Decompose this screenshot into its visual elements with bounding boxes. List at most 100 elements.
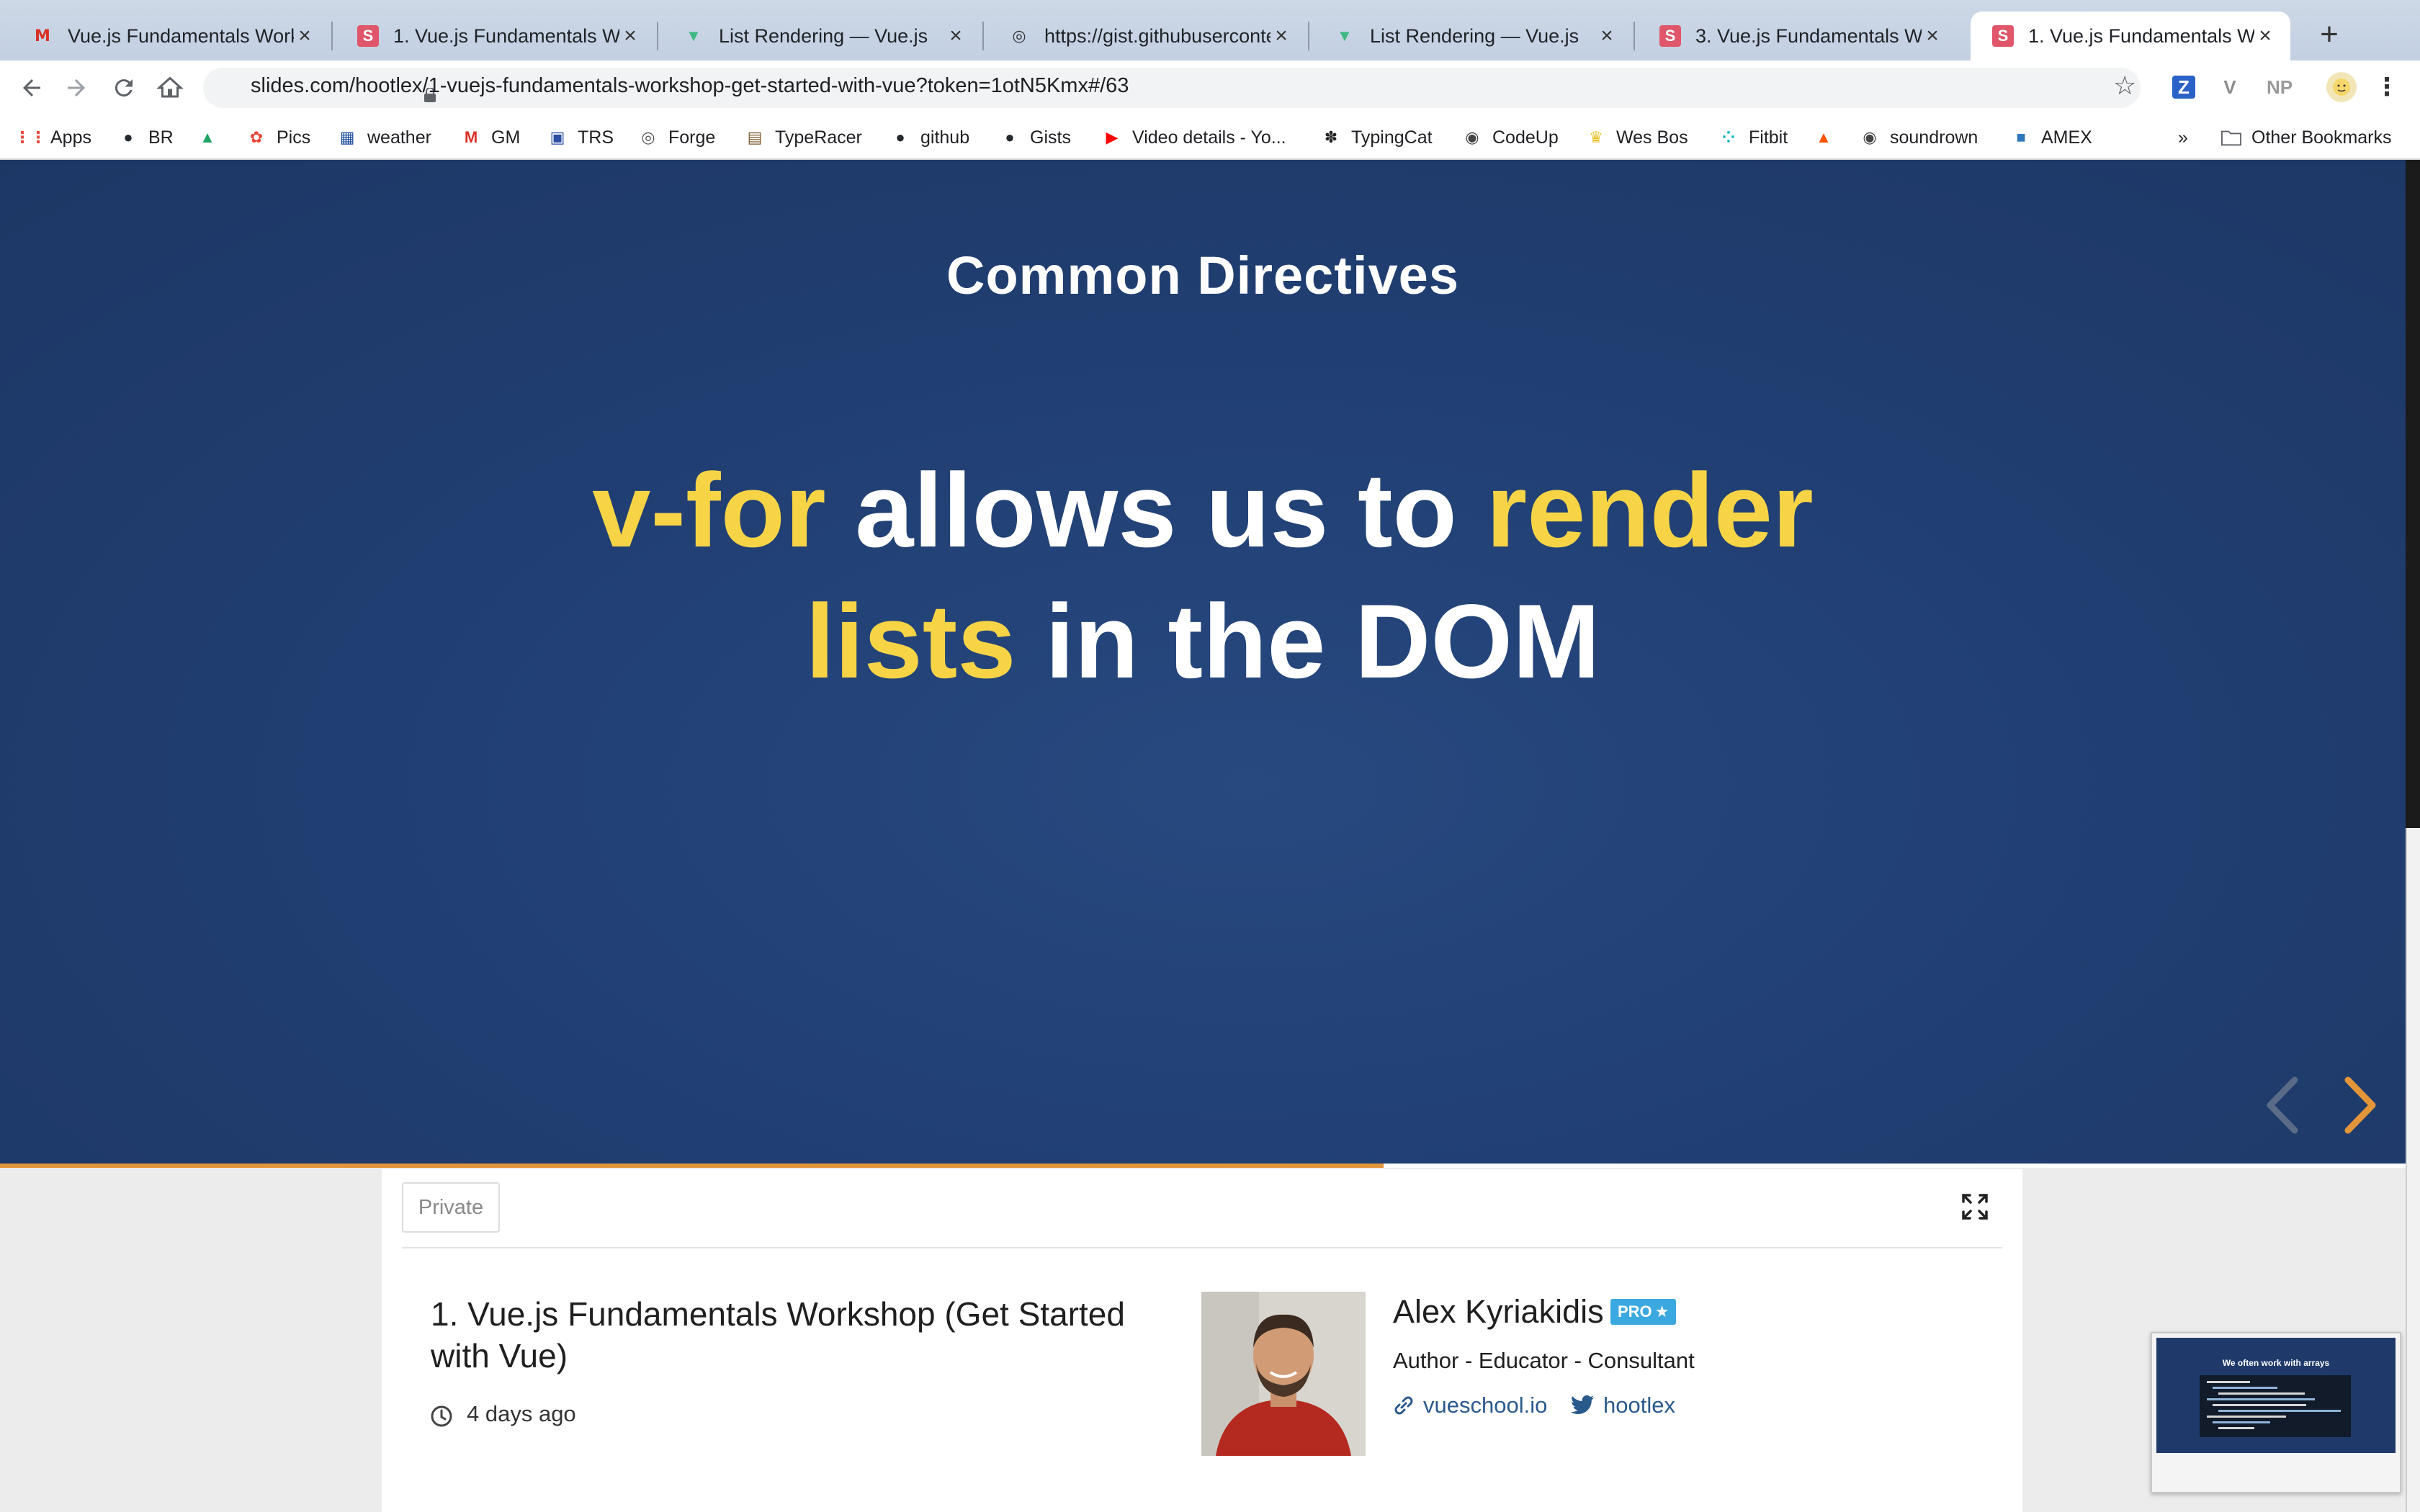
bookmark-item[interactable]: ◉ CodeUp <box>1462 125 1558 150</box>
bookmark-item[interactable]: ● Gists <box>1000 125 1071 150</box>
slide-body-text: allows us to <box>825 451 1487 569</box>
reload-icon <box>115 79 133 97</box>
author-name[interactable]: Alex Kyriakidis <box>1393 1293 1604 1331</box>
tab-title: List Rendering — Vue.js <box>719 24 928 47</box>
browser-tab[interactable]: ▼ List Rendering — Vue.js × <box>661 12 981 60</box>
bookmark-item[interactable]: ✽ TypingCat <box>1321 125 1433 150</box>
next-slide-arrow-icon[interactable] <box>2334 1073 2385 1138</box>
bookmark-item[interactable]: ◉ soundrown <box>1860 125 1978 150</box>
bookmark-item[interactable]: ■ AMEX <box>2011 125 2092 150</box>
page-scrollbar-thumb[interactable] <box>2406 828 2420 1512</box>
slides-icon: S <box>357 25 379 47</box>
close-tab-icon[interactable]: × <box>1922 24 1943 48</box>
tab-title: 3. Vue.js Fundamentals Work <box>1695 24 1922 47</box>
globe-icon: ◉ <box>1863 128 1877 146</box>
link-icon <box>1394 1396 1413 1415</box>
address-bar-url[interactable]: slides.com/hootlex/1-vuejs-fundamentals-… <box>251 74 1129 98</box>
tab-separator <box>657 22 658 50</box>
close-tab-icon[interactable]: × <box>945 24 967 48</box>
previous-slide-arrow-icon[interactable] <box>2257 1073 2309 1138</box>
browser-tab[interactable]: S 1. Vue.js Fundamentals Work× <box>336 12 655 60</box>
browser-tab[interactable]: S 3. Vue.js Fundamentals Work× <box>1638 12 1958 60</box>
bookmark-label: Fitbit <box>1749 127 1788 148</box>
youtube-icon: ▶ <box>1106 128 1119 146</box>
extension-v-icon[interactable]: V <box>2217 74 2243 100</box>
back-button[interactable] <box>13 69 50 107</box>
close-tab-icon[interactable]: × <box>1596 24 1618 48</box>
tab-separator <box>982 22 984 50</box>
bookmark-item[interactable]: ▲ <box>1814 125 1844 150</box>
other-bookmarks[interactable]: Other Bookmarks <box>2221 125 2392 150</box>
bookmark-item[interactable]: M GM <box>461 125 520 150</box>
bookmark-star-icon[interactable]: ☆ <box>2113 71 2136 101</box>
reload-button[interactable] <box>105 69 143 107</box>
tab-title: https://gist.githubuserconte <box>1044 24 1270 47</box>
author-twitter-label: hootlex <box>1603 1392 1675 1418</box>
back-arrow-icon <box>23 79 40 96</box>
bookmark-item[interactable]: ⋮⋮ Apps <box>14 125 91 150</box>
close-tab-icon[interactable]: × <box>294 24 315 48</box>
thumbnail-code-line <box>2218 1410 2341 1412</box>
bookmark-item[interactable]: ♛ Wes Bos <box>1586 125 1688 150</box>
bookmark-item[interactable]: ◎ Forge <box>638 125 715 150</box>
twitter-icon <box>1571 1395 1594 1415</box>
profile-avatar-icon[interactable] <box>2326 72 2357 102</box>
extension-z-icon[interactable]: Z <box>2172 76 2195 99</box>
drive-icon: ▲ <box>200 128 215 146</box>
clock-icon <box>431 1405 452 1427</box>
fullscreen-icon[interactable] <box>1960 1192 1989 1221</box>
thumbnail-code-line <box>2213 1387 2277 1389</box>
forward-button[interactable] <box>58 69 95 107</box>
author-website-link[interactable]: vueschool.io <box>1393 1392 1547 1418</box>
home-icon <box>157 76 183 98</box>
forge-icon: ◎ <box>641 128 655 146</box>
extension-np-icon[interactable]: NP <box>2262 74 2298 100</box>
browser-tab[interactable]: S 1. Vue.js Fundamentals Work× <box>1971 12 2290 60</box>
close-tab-icon[interactable]: × <box>2254 24 2276 48</box>
bookmark-item[interactable]: ⁘ Fitbit <box>1718 125 1788 150</box>
bookmark-label: Video details - Yo... <box>1132 127 1286 148</box>
tab-title: List Rendering — Vue.js <box>1370 24 1579 47</box>
new-tab-button[interactable]: + <box>2312 19 2347 53</box>
bookmark-label: AMEX <box>2041 127 2092 148</box>
slide-progress-bar <box>0 1164 1384 1168</box>
bookmark-item[interactable]: ▤ TypeRacer <box>745 125 862 150</box>
bookmark-item[interactable]: ✿ Pics <box>246 125 310 150</box>
bookmark-item[interactable]: ● github <box>890 125 969 150</box>
bookmark-label: TypeRacer <box>775 127 862 148</box>
paw-icon: ✽ <box>1324 128 1338 146</box>
star-icon: ★ <box>1654 1302 1670 1320</box>
github-icon: ● <box>123 128 133 146</box>
slides-icon: S <box>1659 25 1681 47</box>
close-tab-icon[interactable]: × <box>1270 24 1292 48</box>
bookmark-item[interactable]: ● BR <box>118 125 173 150</box>
fitbit-icon: ⁘ <box>1721 128 1736 146</box>
thumbnail-code-block <box>2200 1375 2351 1437</box>
bookmark-item[interactable]: ▶ Video details - Yo... <box>1102 125 1286 150</box>
browser-tab[interactable]: ▼ List Rendering — Vue.js × <box>1312 12 1632 60</box>
browser-tab[interactable]: ◎ https://gist.githubuserconte × <box>987 12 1307 60</box>
author-avatar[interactable] <box>1201 1292 1366 1456</box>
globe-icon: ◉ <box>1465 128 1479 146</box>
tab-title: 1. Vue.js Fundamentals Work <box>393 24 619 47</box>
chrome-menu-icon[interactable]: ⋮ <box>2374 73 2400 101</box>
bookmark-item[interactable]: ▲ <box>197 125 228 150</box>
bookmark-item[interactable]: ▦ weather <box>337 125 431 150</box>
close-tab-icon[interactable]: × <box>619 24 641 48</box>
deck-age: 4 days ago <box>467 1401 576 1426</box>
github-icon: ● <box>1005 128 1015 146</box>
home-button[interactable] <box>151 69 189 107</box>
thumbnail-code-line <box>2218 1392 2305 1395</box>
bookmarks-overflow-button[interactable]: » <box>2178 125 2188 150</box>
tab-separator <box>1308 22 1309 50</box>
bookmark-item[interactable]: ▣ TRS <box>547 125 614 150</box>
crown-icon: ♛ <box>1589 128 1603 146</box>
bookmark-label: Apps <box>50 127 91 148</box>
browser-tab[interactable]: M Vue.js Fundamentals Worksh× <box>10 12 330 60</box>
slide-title: Common Directives <box>946 246 1459 305</box>
visibility-badge[interactable]: Private <box>402 1182 500 1233</box>
author-twitter-link[interactable]: hootlex <box>1570 1392 1675 1418</box>
vue-icon: ▼ <box>1337 27 1353 45</box>
photos-icon: ✿ <box>249 128 264 146</box>
bookmark-label: GM <box>491 127 521 148</box>
